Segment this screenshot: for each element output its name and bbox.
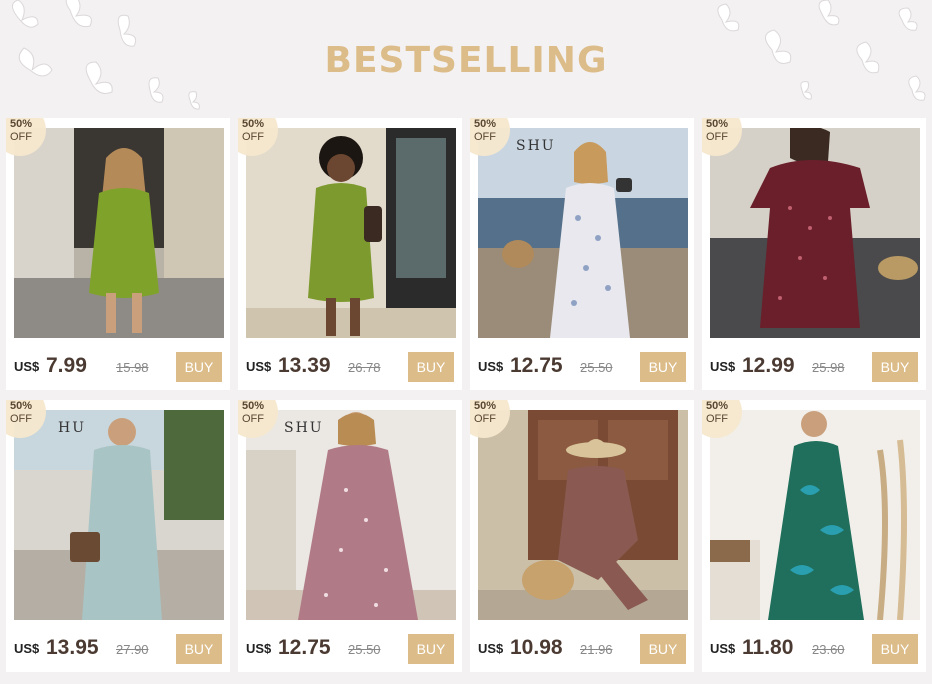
burgundy-puff-sleeve-dress-photo[interactable] [710,128,920,338]
buy-button[interactable]: BUY [408,634,454,664]
product-card[interactable]: SHU 50% OFF US$ 12.75 25.50 BUY [238,400,462,672]
sale-price: 13.39 [278,354,331,377]
original-price: 21.96 [580,642,613,657]
product-card[interactable]: SHU 50% OFF US$ 12.75 25.50 BUY [470,118,694,390]
sale-price: 12.99 [742,354,795,377]
original-price: 25.50 [580,360,613,375]
buy-button[interactable]: BUY [408,352,454,382]
original-price: 15.98 [116,360,149,375]
pink-floral-maxi-dress-photo[interactable]: SHU [246,410,456,620]
page-title: BESTSELLING [324,40,608,81]
currency-label: US$ [478,359,504,374]
product-card[interactable]: 50% OFF US$ 12.99 25.98 BUY [702,118,926,390]
original-price: 23.60 [812,642,845,657]
price-row: US$ 12.75 25.50 BUY [478,352,686,382]
sale-price: 10.98 [510,636,563,659]
brand-watermark: HU [58,420,86,436]
original-price: 25.50 [348,642,381,657]
sale-price: 7.99 [46,354,87,377]
buy-button[interactable]: BUY [640,352,686,382]
green-button-mini-dress-photo[interactable] [246,128,456,338]
sale-price: 12.75 [278,636,331,659]
floral-wrap-dress-with-hat-photo[interactable] [478,410,688,620]
buy-button[interactable]: BUY [176,352,222,382]
product-card[interactable]: HU 50% OFF US$ 13.95 27.90 BUY [6,400,230,672]
sale-price: 13.95 [46,636,99,659]
product-card[interactable]: 50% OFF US$ 11.80 23.60 BUY [702,400,926,672]
product-card[interactable]: 50% OFF US$ 7.99 15.98 BUY [6,118,230,390]
price-row: US$ 7.99 15.98 BUY [14,352,222,382]
product-grid: 50% OFF US$ 7.99 15.98 BUY 50% OFF US$ 1… [6,118,926,672]
buy-button[interactable]: BUY [640,634,686,664]
currency-label: US$ [710,359,736,374]
currency-label: US$ [246,641,272,656]
currency-label: US$ [710,641,736,656]
price-row: US$ 12.75 25.50 BUY [246,634,454,664]
buy-button[interactable]: BUY [176,634,222,664]
currency-label: US$ [14,641,40,656]
product-card[interactable]: 50% OFF US$ 10.98 21.96 BUY [470,400,694,672]
currency-label: US$ [478,641,504,656]
product-card[interactable]: 50% OFF US$ 13.39 26.78 BUY [238,118,462,390]
original-price: 26.78 [348,360,381,375]
green-ruched-mini-dress-photo[interactable] [14,128,224,338]
buy-button[interactable]: BUY [872,634,918,664]
price-row: US$ 11.80 23.60 BUY [710,634,918,664]
buy-button[interactable]: BUY [872,352,918,382]
price-row: US$ 10.98 21.96 BUY [478,634,686,664]
light-blue-shirt-dress-photo[interactable]: HU [14,410,224,620]
currency-label: US$ [246,359,272,374]
white-floral-midi-dress-photo[interactable]: SHU [478,128,688,338]
price-row: US$ 13.95 27.90 BUY [14,634,222,664]
sale-price: 11.80 [742,636,794,659]
price-row: US$ 12.99 25.98 BUY [710,352,918,382]
price-row: US$ 13.39 26.78 BUY [246,352,454,382]
currency-label: US$ [14,359,40,374]
brand-watermark: SHU [284,420,324,436]
brand-watermark: SHU [516,138,556,154]
original-price: 25.98 [812,360,845,375]
sale-price: 12.75 [510,354,563,377]
tropical-print-maxi-dress-photo[interactable] [710,410,920,620]
original-price: 27.90 [116,642,149,657]
